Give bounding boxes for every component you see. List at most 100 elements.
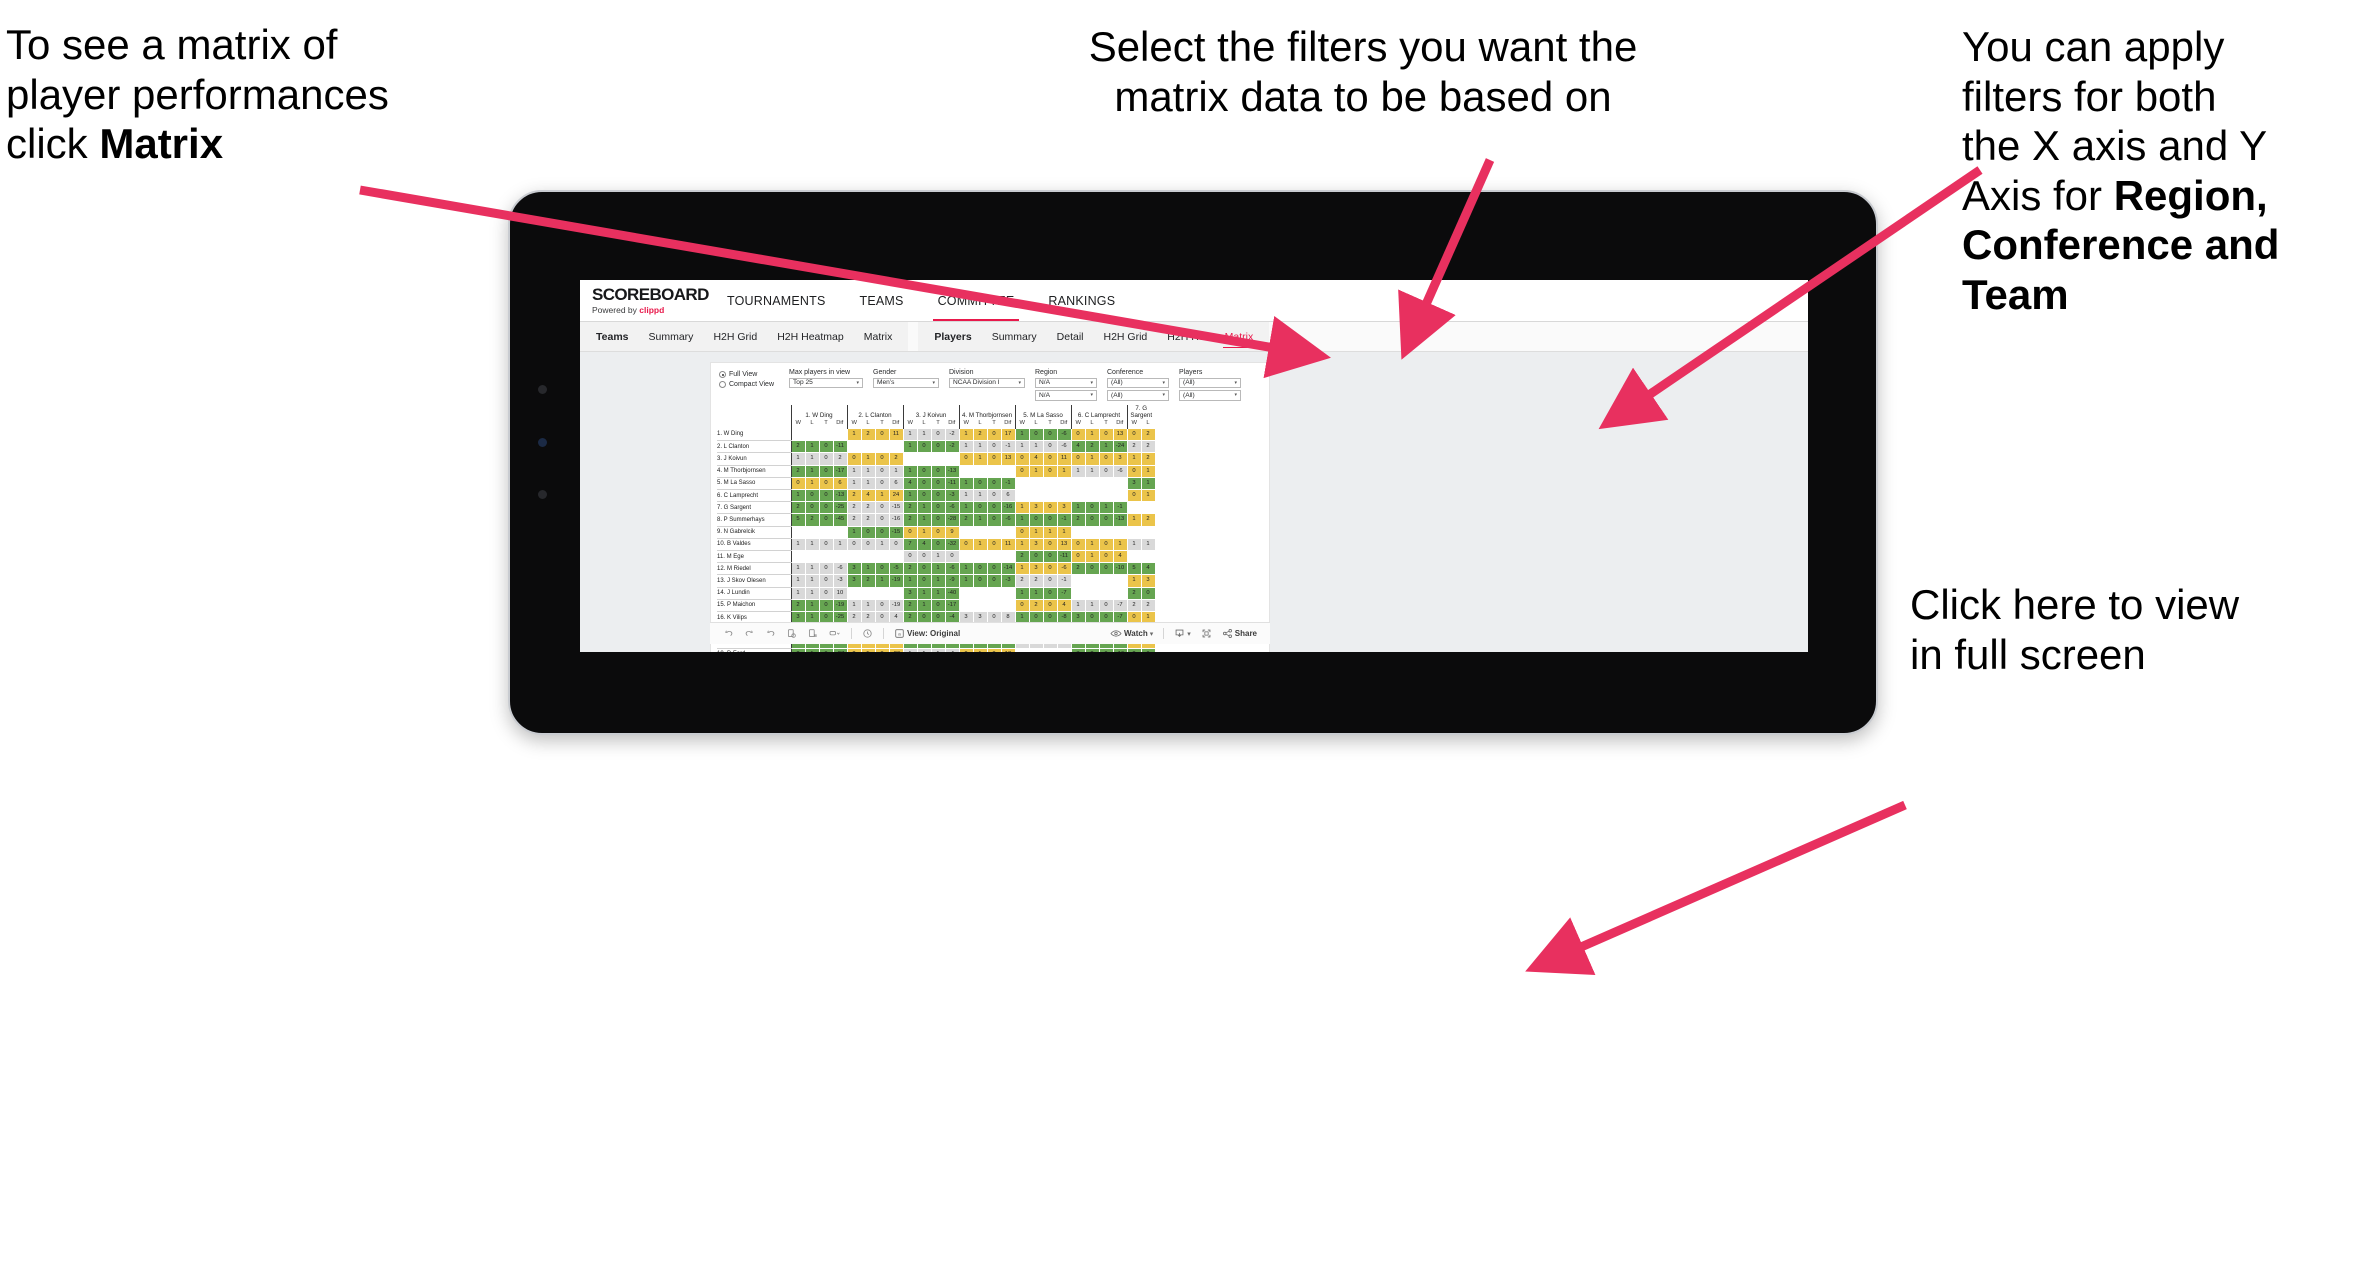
matrix-cell[interactable]: 5: [790, 513, 806, 527]
topnav-item-tournaments[interactable]: TOURNAMENTS: [710, 280, 843, 321]
matrix-row[interactable]: 5. M La Sasso 0 1 0 6 1 1 0 6 4 0 0 -11 1 0 0 -1 3 1: [717, 476, 1156, 491]
subnav-players-players[interactable]: Players: [924, 322, 981, 351]
matrix-cell[interactable]: 4: [1112, 550, 1128, 564]
matrix-cell[interactable]: 4: [860, 489, 876, 503]
device-layout-button[interactable]: [823, 628, 846, 639]
matrix-cell[interactable]: 0: [874, 562, 890, 576]
matrix-cell[interactable]: 1: [1028, 586, 1044, 600]
matrix-cell[interactable]: 0: [1014, 525, 1030, 539]
matrix-row[interactable]: 13. J Skov Olesen 1 1 0 -3 3 2 1 -19 1 0 1 -9 1 0 0 -3 2 2…: [717, 574, 1156, 588]
matrix-cell[interactable]: [804, 427, 820, 442]
matrix-cell[interactable]: 1: [916, 598, 932, 613]
matrix-cell[interactable]: 2: [1084, 440, 1100, 454]
matrix-cell[interactable]: 1: [902, 489, 918, 503]
subnav-teams-h2h-grid[interactable]: H2H Grid: [703, 322, 767, 351]
matrix-cell[interactable]: [818, 427, 834, 442]
matrix-cell[interactable]: 2: [902, 598, 918, 613]
matrix-cell[interactable]: 1: [1070, 464, 1086, 478]
matrix-cell[interactable]: 2: [902, 501, 918, 515]
matrix-cell[interactable]: 1: [1070, 598, 1086, 613]
matrix-cell[interactable]: [1126, 550, 1142, 564]
matrix-cell[interactable]: [972, 598, 988, 613]
matrix-row[interactable]: 7. G Sargent 2 0 0 -25 2 2 0 -15 2 1 0 -6 1 0 0 -16 1 3 0 3 1…: [717, 501, 1156, 515]
matrix-cell[interactable]: [832, 427, 848, 442]
matrix-cell[interactable]: 0: [930, 489, 946, 503]
matrix-cell[interactable]: 1: [804, 464, 820, 478]
matrix-cell[interactable]: [930, 452, 946, 466]
topnav-item-teams[interactable]: TEAMS: [843, 280, 921, 321]
share-button[interactable]: Share: [1217, 628, 1262, 639]
matrix-cell[interactable]: 0: [1126, 464, 1142, 478]
matrix-cell[interactable]: 1: [1028, 464, 1044, 478]
chevron-down-icon[interactable]: ▾: [1162, 392, 1165, 398]
chevron-down-icon[interactable]: ▾: [1162, 380, 1165, 386]
matrix-cell[interactable]: 1: [1098, 501, 1114, 515]
filter-select-max-players-in-view[interactable]: Top 25 ▾: [789, 377, 863, 388]
matrix-cell[interactable]: 0: [1014, 452, 1030, 466]
matrix-cell[interactable]: 1: [846, 525, 862, 539]
matrix-cell[interactable]: 0: [916, 489, 932, 503]
matrix-cell[interactable]: [958, 586, 974, 600]
matrix-row[interactable]: 3. J Koivun 1 1 0 2 0 1 0 2 0 1 0 13 0 4 0 11 0 1 0 3 1 2: [717, 452, 1156, 466]
matrix-cell[interactable]: 0: [1126, 489, 1142, 503]
matrix-cell[interactable]: 1: [916, 586, 932, 600]
matrix-cell[interactable]: 0: [874, 647, 890, 652]
matrix-cell[interactable]: -17: [944, 598, 960, 613]
chevron-down-icon[interactable]: ▾: [1234, 392, 1237, 398]
chevron-down-icon[interactable]: ▾: [1018, 380, 1021, 386]
matrix-cell[interactable]: 0: [902, 550, 918, 564]
matrix-cell[interactable]: 1: [1028, 525, 1044, 539]
primary-navigation[interactable]: TOURNAMENTS TEAMS COMMITTEE RANKINGS: [710, 280, 1132, 321]
matrix-cell[interactable]: 1: [790, 452, 806, 466]
subnav-players-group[interactable]: Players Summary Detail H2H Grid H2H He Matrix: [918, 322, 1270, 351]
matrix-cell[interactable]: 11: [1000, 537, 1016, 552]
matrix-cell[interactable]: 2: [1014, 574, 1030, 588]
matrix-cell[interactable]: [986, 464, 1002, 478]
matrix-cell[interactable]: 3: [1028, 537, 1044, 552]
matrix-cell[interactable]: 3: [1126, 476, 1142, 491]
matrix-cell[interactable]: 1: [790, 574, 806, 588]
matrix-cell[interactable]: 0: [790, 476, 806, 491]
matrix-cell[interactable]: 1: [1126, 513, 1142, 527]
matrix-cell[interactable]: -24: [1112, 440, 1128, 454]
matrix-cell[interactable]: [874, 440, 890, 454]
matrix-cell[interactable]: 1: [1126, 574, 1142, 588]
matrix-cell[interactable]: 1: [874, 537, 890, 552]
matrix-cell[interactable]: -7: [1056, 586, 1072, 600]
matrix-cell[interactable]: 1: [916, 647, 932, 652]
matrix-cell[interactable]: 2: [790, 647, 806, 652]
matrix-cell[interactable]: 5: [1126, 562, 1142, 576]
matrix-cell[interactable]: 0: [1098, 537, 1114, 552]
matrix-cell[interactable]: 0: [1042, 537, 1058, 552]
matrix-cell[interactable]: 0: [916, 464, 932, 478]
matrix-cell[interactable]: 0: [1084, 513, 1100, 527]
matrix-cell[interactable]: 11: [1056, 452, 1072, 466]
matrix-cell[interactable]: -6: [1000, 513, 1016, 527]
matrix-cell[interactable]: -17: [832, 464, 848, 478]
matrix-cell[interactable]: 1: [972, 513, 988, 527]
matrix-cell[interactable]: 1: [1014, 440, 1030, 454]
matrix-cell[interactable]: 1: [916, 427, 932, 442]
player-matrix-table[interactable]: 1. W Ding 2. L Clanton 3. J Koivun 4. M Tho…: [717, 404, 1156, 652]
matrix-cell[interactable]: 2: [958, 513, 974, 527]
matrix-cell[interactable]: [1112, 586, 1128, 600]
matrix-row[interactable]: 10. B Valdes 1 1 0 1 0 0 1 0 7 4 0 -32 0 1 0 11 1 3 0 13 0 1 0 1…: [717, 537, 1156, 552]
matrix-cell[interactable]: 0: [1098, 598, 1114, 613]
matrix-cell[interactable]: -3: [1000, 574, 1016, 588]
matrix-cell[interactable]: 0: [930, 513, 946, 527]
matrix-cell[interactable]: [1028, 489, 1044, 503]
matrix-cell[interactable]: 0: [818, 489, 834, 503]
matrix-cell[interactable]: 0: [930, 476, 946, 491]
matrix-cell[interactable]: 0: [1042, 464, 1058, 478]
matrix-cell[interactable]: 0: [1070, 537, 1086, 552]
matrix-cell[interactable]: 6: [1000, 489, 1016, 503]
matrix-cell[interactable]: 4: [1070, 440, 1086, 454]
matrix-cell[interactable]: 1: [972, 489, 988, 503]
matrix-cell[interactable]: -7: [1112, 598, 1128, 613]
matrix-cell[interactable]: [916, 452, 932, 466]
matrix-cell[interactable]: [1042, 476, 1058, 491]
topnav-item-rankings[interactable]: RANKINGS: [1031, 280, 1132, 321]
matrix-cell[interactable]: 1: [790, 562, 806, 576]
matrix-cell[interactable]: 1: [902, 574, 918, 588]
matrix-cell[interactable]: -16: [1112, 647, 1128, 652]
